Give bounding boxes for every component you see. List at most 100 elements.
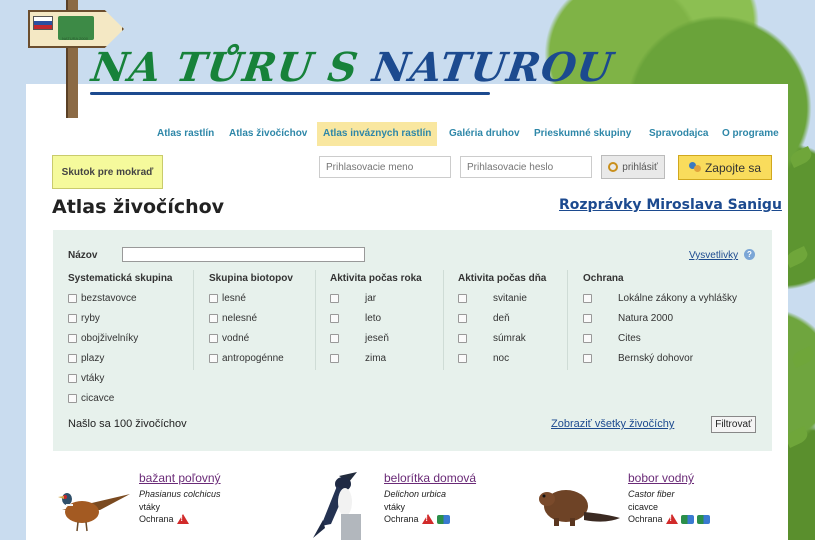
show-all-link[interactable]: Zobraziť všetky živočíchy: [551, 418, 674, 430]
filter-option-label: Bernský dohovor: [618, 352, 694, 364]
filter-checkbox[interactable]: [583, 313, 592, 323]
nav-item-prieskumne-skupiny[interactable]: Prieskumné skupiny: [528, 122, 637, 146]
password-input[interactable]: [460, 156, 592, 178]
cites-icon: [696, 514, 710, 524]
filter-option-label: noc: [493, 352, 510, 364]
site-logo[interactable]: NA TŮRU S NATUROU: [89, 44, 617, 91]
nav-item-galeria-druhov[interactable]: Galéria druhov: [443, 122, 526, 146]
filter-checkbox[interactable]: [330, 353, 339, 363]
filter-checkbox[interactable]: [458, 293, 467, 303]
filter-checkbox[interactable]: [209, 313, 218, 323]
found-count-text: Našlo sa 100 živočíchov: [68, 418, 187, 430]
filter-option-label: vodné: [222, 332, 250, 344]
filter-checkbox[interactable]: [68, 353, 77, 363]
nav-item-o-programe[interactable]: O programe: [716, 122, 785, 146]
filter-checkbox[interactable]: [209, 353, 218, 363]
result-protection: Ochrana: [628, 514, 710, 524]
filter-option[interactable]: deň: [458, 308, 568, 328]
filter-option[interactable]: noc: [458, 348, 568, 368]
filter-checkbox[interactable]: [209, 333, 218, 343]
result-latin-name: Phasianus colchicus: [139, 489, 221, 499]
filter-option[interactable]: vtáky: [68, 368, 198, 388]
filter-checkbox[interactable]: [68, 393, 77, 403]
nav-item-atlas-rastlin[interactable]: Atlas rastlín: [151, 122, 220, 146]
column-divider: [315, 270, 316, 370]
filter-option-label: cicavce: [81, 392, 115, 404]
filter-option[interactable]: antropogénne: [209, 348, 319, 368]
nav-item-atlas-zivocichov[interactable]: Atlas živočíchov: [223, 122, 313, 146]
filter-checkbox[interactable]: [583, 293, 592, 303]
filter-option-label: zima: [365, 352, 387, 364]
filter-checkbox[interactable]: [583, 333, 592, 343]
login-button[interactable]: prihlásiť: [601, 155, 665, 179]
filter-column-aktivita-pocas-roka: Aktivita počas roka jar leto jeseň zima: [330, 268, 445, 368]
filter-option-label: obojživelníky: [81, 332, 139, 344]
sanigu-link[interactable]: Rozprávky Miroslava Sanigu: [559, 197, 782, 213]
nav-item-atlas-inváznych-rastlin[interactable]: Atlas inváznych rastlín: [317, 122, 438, 146]
filter-option-label: lesné: [222, 292, 246, 304]
nav-item-spravodajca[interactable]: Spravodajca: [643, 122, 714, 146]
filter-checkbox[interactable]: [209, 293, 218, 303]
filter-checkbox[interactable]: [458, 333, 467, 343]
filter-option[interactable]: jeseň: [330, 328, 445, 348]
help-icon[interactable]: ?: [744, 249, 755, 260]
filter-option[interactable]: Bernský dohovor: [583, 348, 768, 368]
filter-option[interactable]: Lokálne zákony a vyhlášky: [583, 288, 768, 308]
result-group: vtáky: [384, 502, 406, 512]
join-button[interactable]: Zapojte sa: [678, 155, 772, 180]
filter-column-ochrana: Ochrana Lokálne zákony a vyhlášky Natura 2…: [583, 268, 768, 368]
username-input[interactable]: [319, 156, 451, 178]
filter-option-label: Natura 2000: [618, 312, 674, 324]
swallow-icon[interactable]: [305, 470, 365, 540]
filter-option[interactable]: Natura 2000: [583, 308, 768, 328]
natura-badge-text: NATURA 2000: [62, 36, 88, 41]
filter-option[interactable]: obojživelníky: [68, 328, 198, 348]
result-name-link[interactable]: belorítka domová: [384, 471, 476, 485]
filter-option[interactable]: nelesné: [209, 308, 319, 328]
filter-button[interactable]: Filtrovať: [711, 416, 756, 433]
legend-link[interactable]: Vysvetlivky: [689, 250, 738, 261]
pheasant-icon[interactable]: [56, 482, 132, 532]
beaver-icon[interactable]: [536, 482, 622, 532]
filter-option-label: ryby: [81, 312, 100, 324]
filter-option[interactable]: jar: [330, 288, 445, 308]
warning-icon: [665, 514, 678, 524]
filter-checkbox[interactable]: [68, 293, 77, 303]
filter-checkbox[interactable]: [583, 353, 592, 363]
name-search-input[interactable]: [122, 247, 365, 262]
filter-column-heading: Aktivita počas roka: [330, 273, 422, 284]
filter-option[interactable]: Cites: [583, 328, 768, 348]
filter-option[interactable]: vodné: [209, 328, 319, 348]
protection-label: Ochrana: [139, 514, 174, 524]
result-latin-name: Castor fiber: [628, 489, 675, 499]
warning-icon: [176, 514, 189, 524]
filter-option-label: jar: [365, 292, 377, 304]
filter-option-label: antropogénne: [222, 352, 284, 364]
filter-option[interactable]: plazy: [68, 348, 198, 368]
join-button-label: Zapojte sa: [704, 160, 762, 175]
filter-checkbox[interactable]: [330, 293, 339, 303]
filter-checkbox[interactable]: [458, 313, 467, 323]
filter-option[interactable]: súmrak: [458, 328, 568, 348]
filter-checkbox[interactable]: [330, 313, 339, 323]
protection-label: Ochrana: [628, 514, 663, 524]
filter-checkbox[interactable]: [68, 333, 77, 343]
logo-underline: [90, 92, 490, 95]
natura-icon: [680, 514, 694, 524]
filter-option[interactable]: leto: [330, 308, 445, 328]
filter-option[interactable]: bezstavovce: [68, 288, 198, 308]
filter-option[interactable]: ryby: [68, 308, 198, 328]
result-name-link[interactable]: bažant poľovný: [139, 471, 221, 485]
filter-option[interactable]: zima: [330, 348, 445, 368]
filter-column-heading: Ochrana: [583, 273, 624, 284]
filter-checkbox[interactable]: [458, 353, 467, 363]
filter-checkbox[interactable]: [330, 333, 339, 343]
filter-option[interactable]: cicavce: [68, 388, 198, 408]
result-name-link[interactable]: bobor vodný: [628, 471, 694, 485]
mokrad-button[interactable]: Skutok pre mokraď: [52, 155, 163, 189]
protection-label: Ochrana: [384, 514, 419, 524]
filter-checkbox[interactable]: [68, 373, 77, 383]
filter-option[interactable]: lesné: [209, 288, 319, 308]
filter-checkbox[interactable]: [68, 313, 77, 323]
filter-option[interactable]: svitanie: [458, 288, 568, 308]
